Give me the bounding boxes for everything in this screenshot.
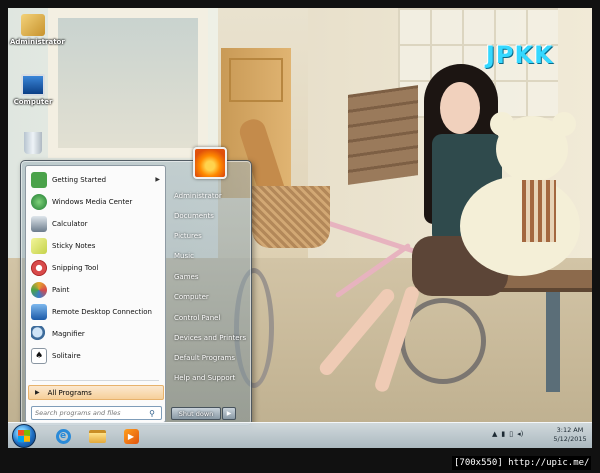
right-item-games[interactable]: Games (171, 268, 249, 286)
start-button[interactable] (12, 424, 36, 448)
search-input[interactable] (32, 407, 145, 419)
right-item-administrator[interactable]: Administrator (171, 187, 249, 205)
start-menu: Getting Started ▶ Windows Media Center C… (20, 147, 252, 426)
clock-time: 3:12 AM (556, 426, 584, 434)
desktop-icon-label: Computer (13, 98, 53, 106)
program-label: Sticky Notes (52, 241, 96, 250)
program-item-solitaire[interactable]: ♠ Solitaire (28, 345, 164, 366)
media-center-icon (31, 193, 47, 210)
program-item-snipping-tool[interactable]: Snipping Tool (28, 257, 164, 278)
computer-icon (21, 74, 45, 96)
screenshot-frame: JPKK Administrator Computer Getting Star… (0, 0, 600, 473)
program-label: Getting Started (52, 175, 107, 184)
wallpaper-window (48, 8, 208, 158)
right-item-default-programs[interactable]: Default Programs (171, 349, 249, 367)
right-item-control-panel[interactable]: Control Panel (171, 309, 249, 327)
teddy-bear-ear (490, 112, 514, 136)
show-hidden-icons-icon[interactable]: ▲ (492, 430, 497, 438)
taskbar-windows-explorer[interactable] (82, 426, 112, 446)
network-icon[interactable]: ▯ (509, 430, 513, 438)
desktop-icon-recycle-bin[interactable] (10, 132, 56, 156)
all-programs-label: All Programs (47, 388, 92, 397)
program-item-getting-started[interactable]: Getting Started ▶ (28, 169, 164, 190)
menu-separator (32, 380, 159, 381)
submenu-arrow-icon: ▶ (155, 176, 160, 183)
wallpaper-person-face (440, 82, 480, 134)
right-item-music[interactable]: Music (171, 247, 249, 265)
wallpaper-bench-leg (546, 292, 560, 392)
wallpaper-bench (348, 85, 418, 185)
search-icon[interactable]: ⚲ (145, 409, 159, 418)
calculator-icon (31, 215, 47, 232)
magnifier-icon (31, 325, 47, 342)
action-center-flag-icon[interactable]: ▮ (501, 430, 505, 438)
teddy-bear-body (460, 176, 580, 276)
sticky-notes-icon (31, 237, 47, 254)
program-label: Solitaire (52, 351, 81, 360)
notification-area: ▲ ▮ ▯ ◂) (492, 430, 523, 438)
program-item-calculator[interactable]: Calculator (28, 213, 164, 234)
remote-desktop-icon (31, 303, 47, 320)
taskbar-clock[interactable]: 3:12 AM 5/12/2015 (550, 426, 590, 444)
arrow-right-icon: ▶ (35, 389, 40, 396)
user-folder-icon (21, 14, 45, 36)
right-item-computer[interactable]: Computer (171, 288, 249, 306)
taskbar-internet-explorer[interactable]: e (48, 426, 78, 446)
recycle-bin-icon (24, 132, 42, 154)
getting-started-icon (31, 171, 47, 188)
volume-icon[interactable]: ◂) (517, 430, 523, 438)
program-item-media-center[interactable]: Windows Media Center (28, 191, 164, 212)
media-player-icon: ▶ (123, 428, 139, 444)
clock-date: 5/12/2015 (553, 435, 587, 443)
internet-explorer-icon: e (55, 428, 71, 444)
shutdown-button[interactable]: Shut down (171, 407, 221, 420)
desktop-icon-administrator[interactable]: Administrator (10, 14, 65, 46)
teddy-bear-ear (552, 112, 576, 136)
folder-icon (88, 429, 106, 443)
right-item-pictures[interactable]: Pictures (171, 227, 249, 245)
paint-icon (31, 281, 47, 298)
windows-logo-icon (18, 430, 30, 442)
desktop-icon-label: Administrator (10, 38, 65, 46)
snipping-tool-icon (31, 259, 47, 276)
all-programs-button[interactable]: ▶ All Programs (28, 385, 164, 400)
program-label: Calculator (52, 219, 88, 228)
desktop-icon-computer[interactable]: Computer (10, 74, 56, 106)
desktop: JPKK Administrator Computer Getting Star… (8, 8, 592, 448)
taskbar-media-player[interactable]: ▶ (116, 426, 146, 446)
program-item-remote-desktop[interactable]: Remote Desktop Connection (28, 301, 164, 322)
user-avatar[interactable] (193, 147, 227, 179)
right-item-help-support[interactable]: Help and Support (171, 369, 249, 387)
right-item-documents[interactable]: Documents (171, 207, 249, 225)
program-label: Windows Media Center (52, 197, 133, 206)
taskbar: e ▶ ▲ ▮ ▯ ◂) 3:12 AM 5/12/2015 (8, 422, 592, 448)
bike-basket (252, 186, 330, 248)
program-item-sticky-notes[interactable]: Sticky Notes (28, 235, 164, 256)
program-label: Remote Desktop Connection (52, 307, 152, 316)
shutdown-options-button[interactable]: ▶ (222, 407, 236, 420)
program-item-magnifier[interactable]: Magnifier (28, 323, 164, 344)
teddy-bear-scarf (522, 180, 556, 242)
start-search-box[interactable]: ⚲ (31, 406, 162, 420)
solitaire-icon: ♠ (31, 347, 47, 364)
image-credit: [700x550] http://upic.me/ (452, 456, 592, 470)
right-item-devices-printers[interactable]: Devices and Printers (171, 329, 249, 347)
program-label: Snipping Tool (52, 263, 99, 272)
watermark-text: JPKK (486, 41, 554, 69)
program-label: Magnifier (52, 329, 85, 338)
program-item-paint[interactable]: Paint (28, 279, 164, 300)
program-label: Paint (52, 285, 70, 294)
start-menu-programs-pane: Getting Started ▶ Windows Media Center C… (25, 165, 166, 423)
